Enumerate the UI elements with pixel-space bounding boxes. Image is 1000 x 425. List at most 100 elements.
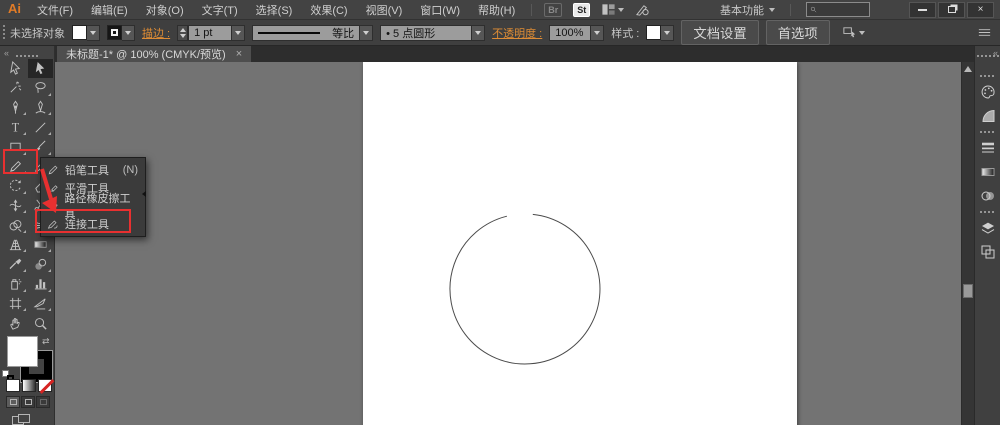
stroke-panel-button[interactable]: [975, 136, 1000, 160]
tab-close-icon[interactable]: ×: [236, 48, 242, 60]
workspace-switcher[interactable]: 基本功能: [712, 2, 783, 18]
lasso-tool[interactable]: [28, 78, 53, 98]
blend-tool[interactable]: [28, 254, 53, 274]
bridge-button[interactable]: Br: [544, 2, 563, 17]
menu-item-2[interactable]: 对象(O): [137, 0, 193, 20]
slice-tool[interactable]: [28, 294, 53, 314]
width-tool[interactable]: [3, 196, 28, 216]
open-circle-path[interactable]: [449, 213, 601, 365]
menu-item-5[interactable]: 效果(C): [301, 0, 356, 20]
opacity-label[interactable]: 不透明度 :: [492, 25, 542, 41]
brush-definition-control[interactable]: • 5 点圆形: [380, 24, 486, 41]
style-dropdown[interactable]: [661, 24, 675, 41]
hand-tool[interactable]: [3, 313, 28, 333]
style-swatch[interactable]: [646, 24, 662, 40]
color-button[interactable]: [6, 379, 20, 393]
minimize-button[interactable]: [909, 1, 936, 18]
eyedropper-tool[interactable]: [3, 254, 28, 274]
stroke-weight-value[interactable]: 1 pt: [188, 24, 233, 41]
swap-fill-stroke-icon[interactable]: ⇄: [42, 336, 50, 347]
rotate-tool[interactable]: [3, 176, 28, 196]
draw-normal-button[interactable]: [6, 396, 20, 409]
layers-panel-button[interactable]: [975, 216, 1000, 240]
magic-wand-tool[interactable]: [3, 78, 28, 98]
menu-bar: Ai 文件(F) 编辑(E) 对象(O) 文字(T) 选择(S) 效果(C) 视图(V) 窗口…: [0, 0, 1000, 20]
extras-control[interactable]: [842, 25, 865, 40]
document-setup-button[interactable]: 文档设置: [681, 20, 759, 45]
none-button[interactable]: [38, 379, 52, 393]
opacity-value[interactable]: 100%: [549, 24, 592, 41]
direct-select-icon: [8, 60, 23, 76]
menu-item-6[interactable]: 视图(V): [357, 0, 412, 20]
color-guide-panel-button[interactable]: [975, 104, 1000, 128]
stroke-weight-dropdown[interactable]: [232, 24, 246, 41]
width-profile-field[interactable]: 等比: [252, 24, 361, 41]
transparency-panel-button[interactable]: [975, 184, 1000, 208]
document-tab[interactable]: 未标题-1* @ 100% (CMYK/预览) ×: [57, 46, 252, 62]
direct-selection-tool[interactable]: [3, 59, 28, 79]
menu-item-1[interactable]: 编辑(E): [82, 0, 137, 20]
stroke-weight-control[interactable]: 1 pt: [177, 24, 246, 41]
artboard-tool[interactable]: [3, 294, 28, 314]
gradient-tool[interactable]: [28, 235, 53, 255]
menu-item-8[interactable]: 帮助(H): [469, 0, 524, 20]
vertical-scrollbar[interactable]: [961, 62, 974, 425]
scroll-up-icon[interactable]: [964, 66, 972, 72]
gradient-button[interactable]: [22, 379, 36, 393]
stroke-swatch[interactable]: [107, 24, 122, 40]
column-graph-tool[interactable]: [28, 274, 53, 294]
stock-button[interactable]: St: [573, 2, 591, 17]
pen-tool[interactable]: [3, 98, 28, 118]
variable-width-profile-control[interactable]: 等比: [252, 24, 374, 41]
gradient-panel-button[interactable]: [975, 160, 1000, 184]
panel-menu-icon[interactable]: [977, 25, 992, 40]
line-segment-tool[interactable]: [28, 117, 53, 137]
stroke-weight-label[interactable]: 描边 :: [142, 25, 170, 41]
arrange-documents-button[interactable]: [601, 2, 625, 17]
fill-color-indicator[interactable]: [7, 335, 38, 367]
color-panel-button[interactable]: [975, 80, 1000, 104]
type-tool[interactable]: T: [3, 117, 28, 137]
close-button[interactable]: ×: [967, 1, 994, 18]
fill-color-control[interactable]: [72, 24, 100, 41]
touch-workspace-button[interactable]: [635, 2, 650, 17]
stroke-color-control[interactable]: [107, 24, 135, 41]
curvature-tool[interactable]: [28, 98, 53, 118]
opacity-control[interactable]: 100%: [549, 24, 605, 41]
shape-builder-tool[interactable]: [3, 215, 28, 235]
preferences-button[interactable]: 首选项: [765, 20, 830, 45]
fill-dropdown-button[interactable]: [87, 24, 100, 41]
stroke-dropdown-button[interactable]: [122, 24, 135, 41]
selection-tool[interactable]: [28, 58, 53, 79]
artboard[interactable]: [363, 62, 797, 425]
collapse-panel-icon[interactable]: «: [4, 48, 9, 58]
lasso-icon: [33, 80, 48, 95]
draw-inside-button[interactable]: [36, 396, 50, 409]
width-profile-value: 等比: [332, 27, 355, 40]
screen-mode-button[interactable]: [12, 414, 30, 425]
search-box[interactable]: [806, 2, 870, 17]
brush-definition-value[interactable]: • 5 点圆形: [380, 24, 473, 41]
zoom-tool[interactable]: [28, 313, 53, 333]
restore-button[interactable]: [938, 1, 965, 18]
artboards-panel-button[interactable]: [975, 240, 1000, 264]
fill-swatch[interactable]: [72, 24, 87, 40]
panel-gripper[interactable]: [3, 25, 5, 41]
stroke-weight-stepper[interactable]: [177, 24, 189, 41]
panel-gripper[interactable]: [16, 55, 38, 57]
search-input[interactable]: [820, 4, 866, 15]
opacity-dropdown[interactable]: [591, 24, 605, 41]
perspective-grid-tool[interactable]: [3, 235, 28, 255]
style-control[interactable]: [646, 24, 675, 41]
menu-item-0[interactable]: 文件(F): [28, 0, 82, 20]
panel-gripper[interactable]: [976, 55, 999, 57]
brush-definition-dropdown[interactable]: [472, 24, 486, 41]
draw-behind-button[interactable]: [21, 396, 35, 409]
scrollbar-thumb[interactable]: [963, 284, 973, 298]
menu-item-3[interactable]: 文字(T): [193, 0, 247, 20]
menu-item-4[interactable]: 选择(S): [247, 0, 302, 20]
menu-item-7[interactable]: 窗口(W): [411, 0, 469, 20]
canvas[interactable]: [55, 62, 961, 425]
width-profile-dropdown[interactable]: [360, 24, 374, 41]
symbol-sprayer-tool[interactable]: [3, 274, 28, 294]
